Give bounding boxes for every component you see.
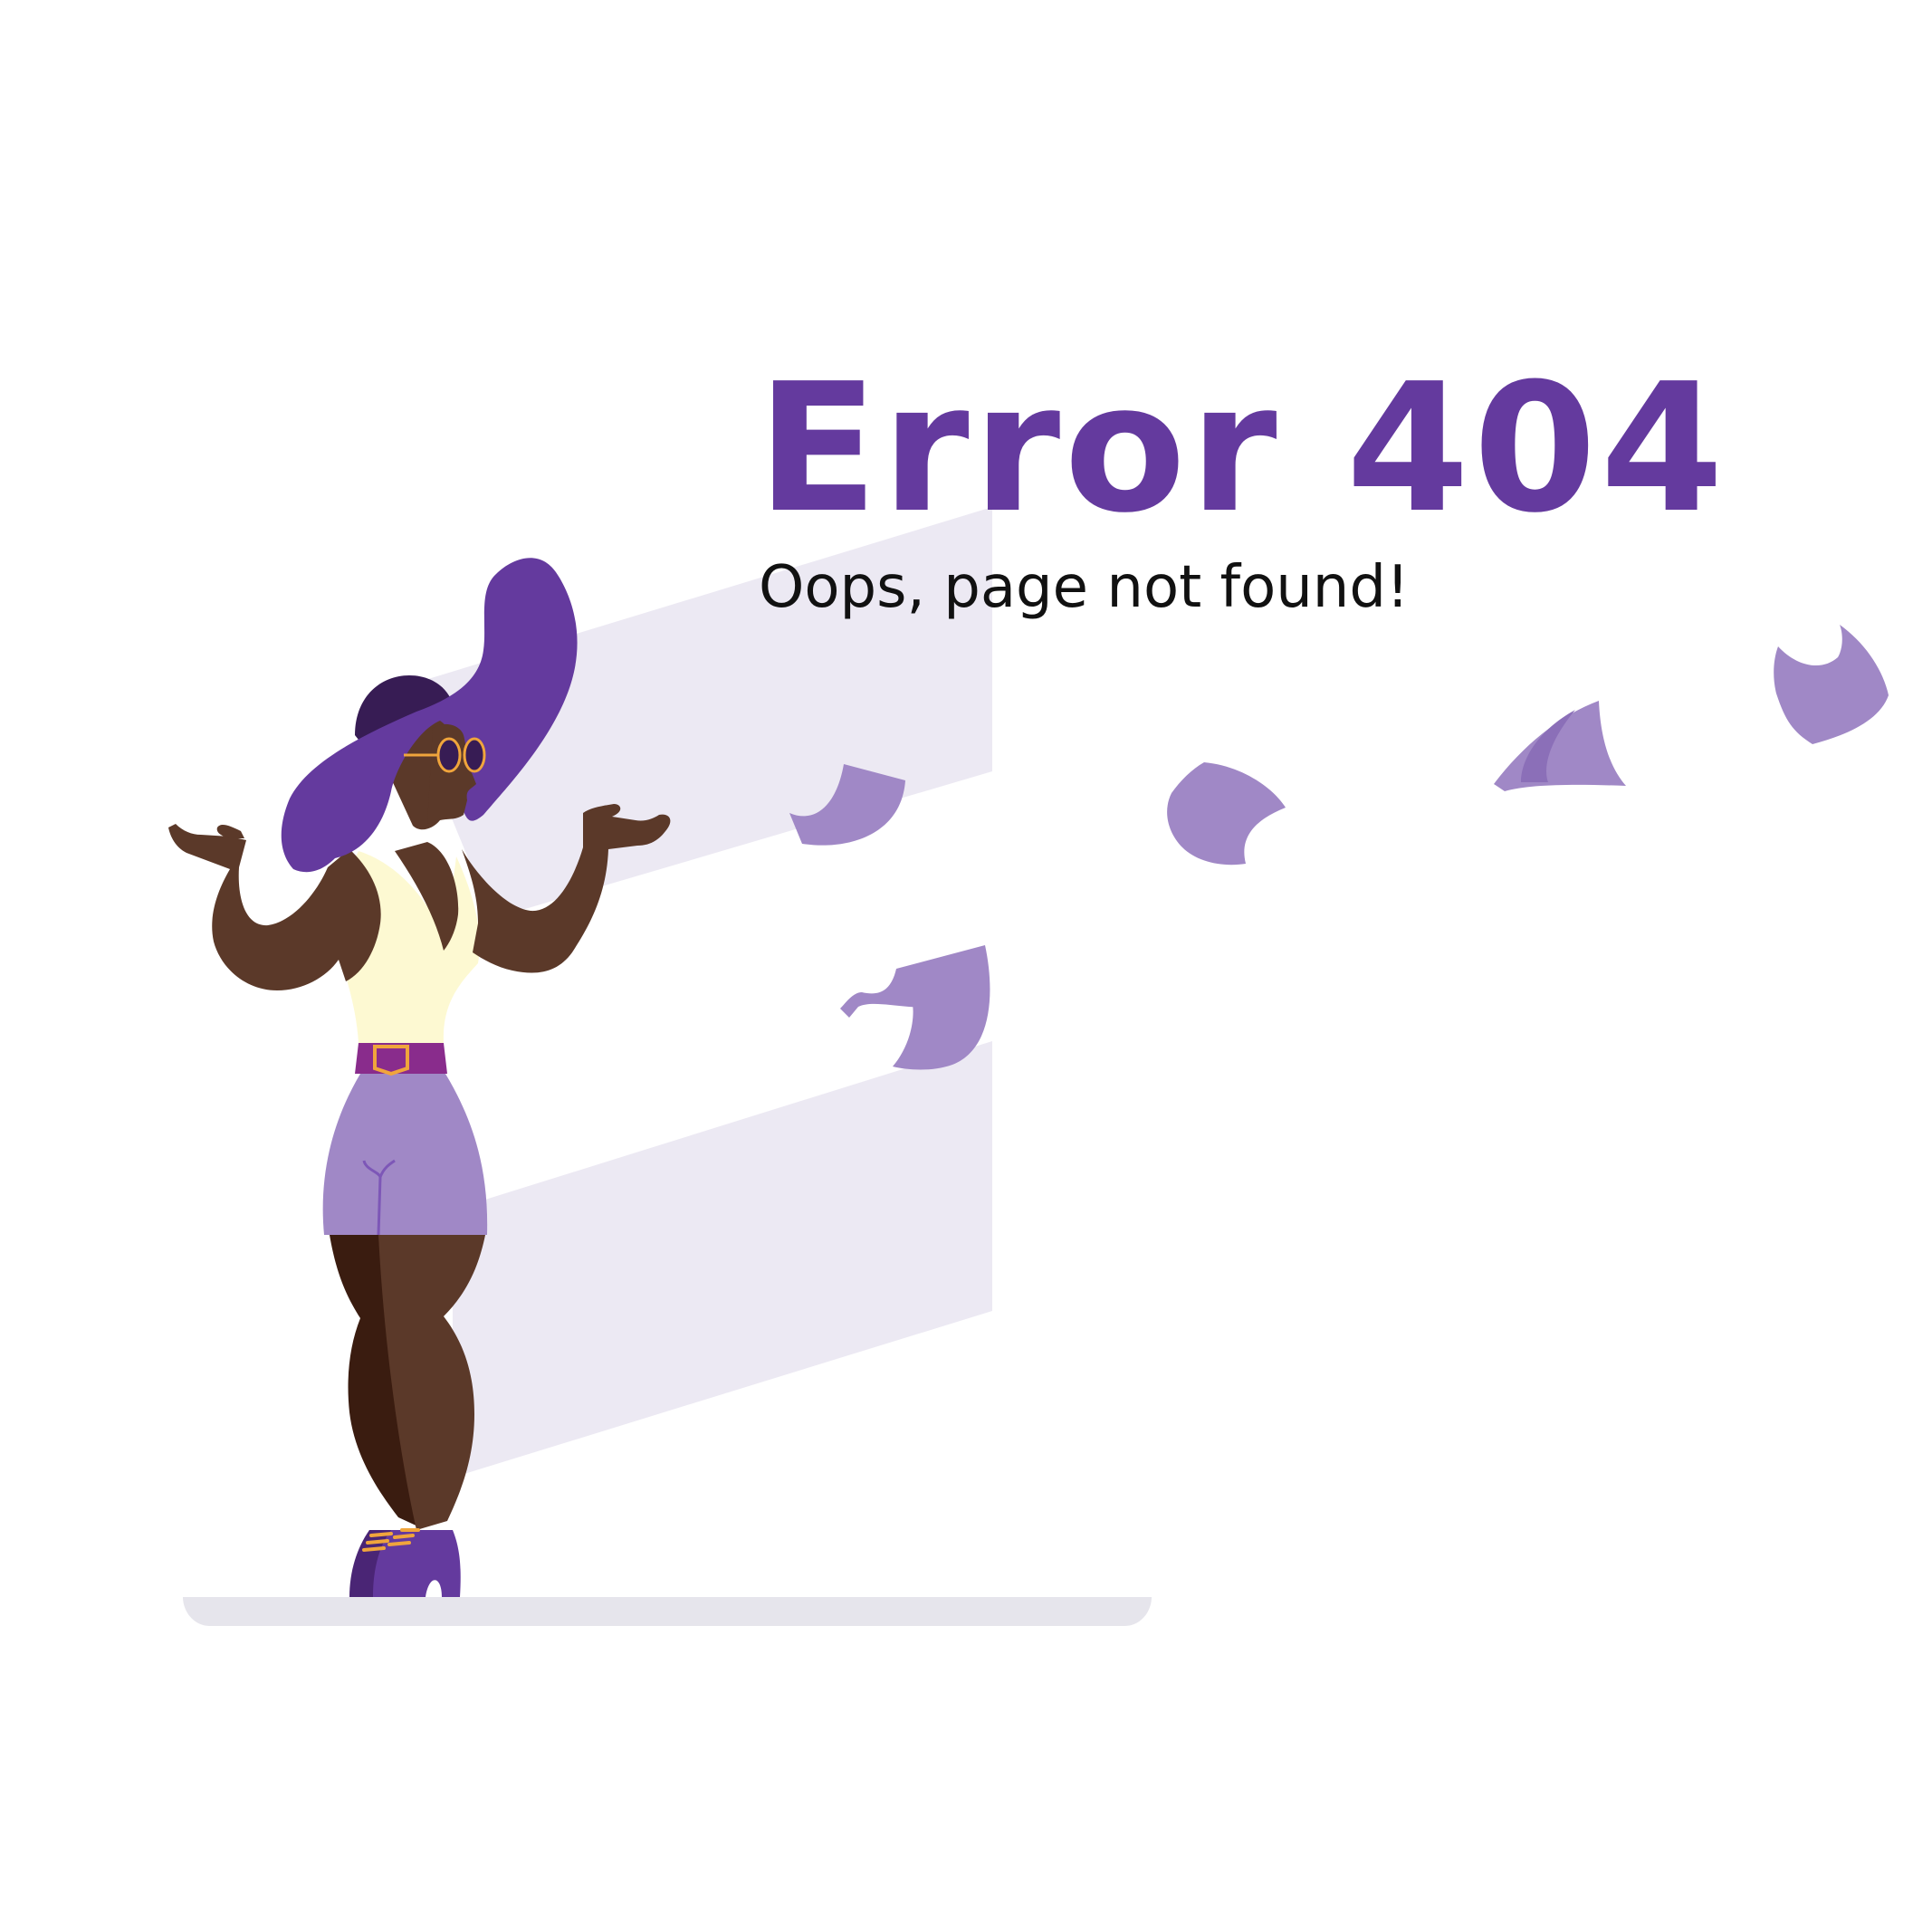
floor [183,1597,1152,1626]
skirt [322,1074,488,1235]
shadow-panel-lower [453,1041,992,1478]
page-title: Error 404 [757,346,1727,552]
illustration [168,507,1889,1626]
paper-piece [1167,762,1286,866]
paper-piece [1774,625,1889,744]
error-message: Oops, page not found! [759,554,1410,621]
paper-piece [1494,701,1626,791]
